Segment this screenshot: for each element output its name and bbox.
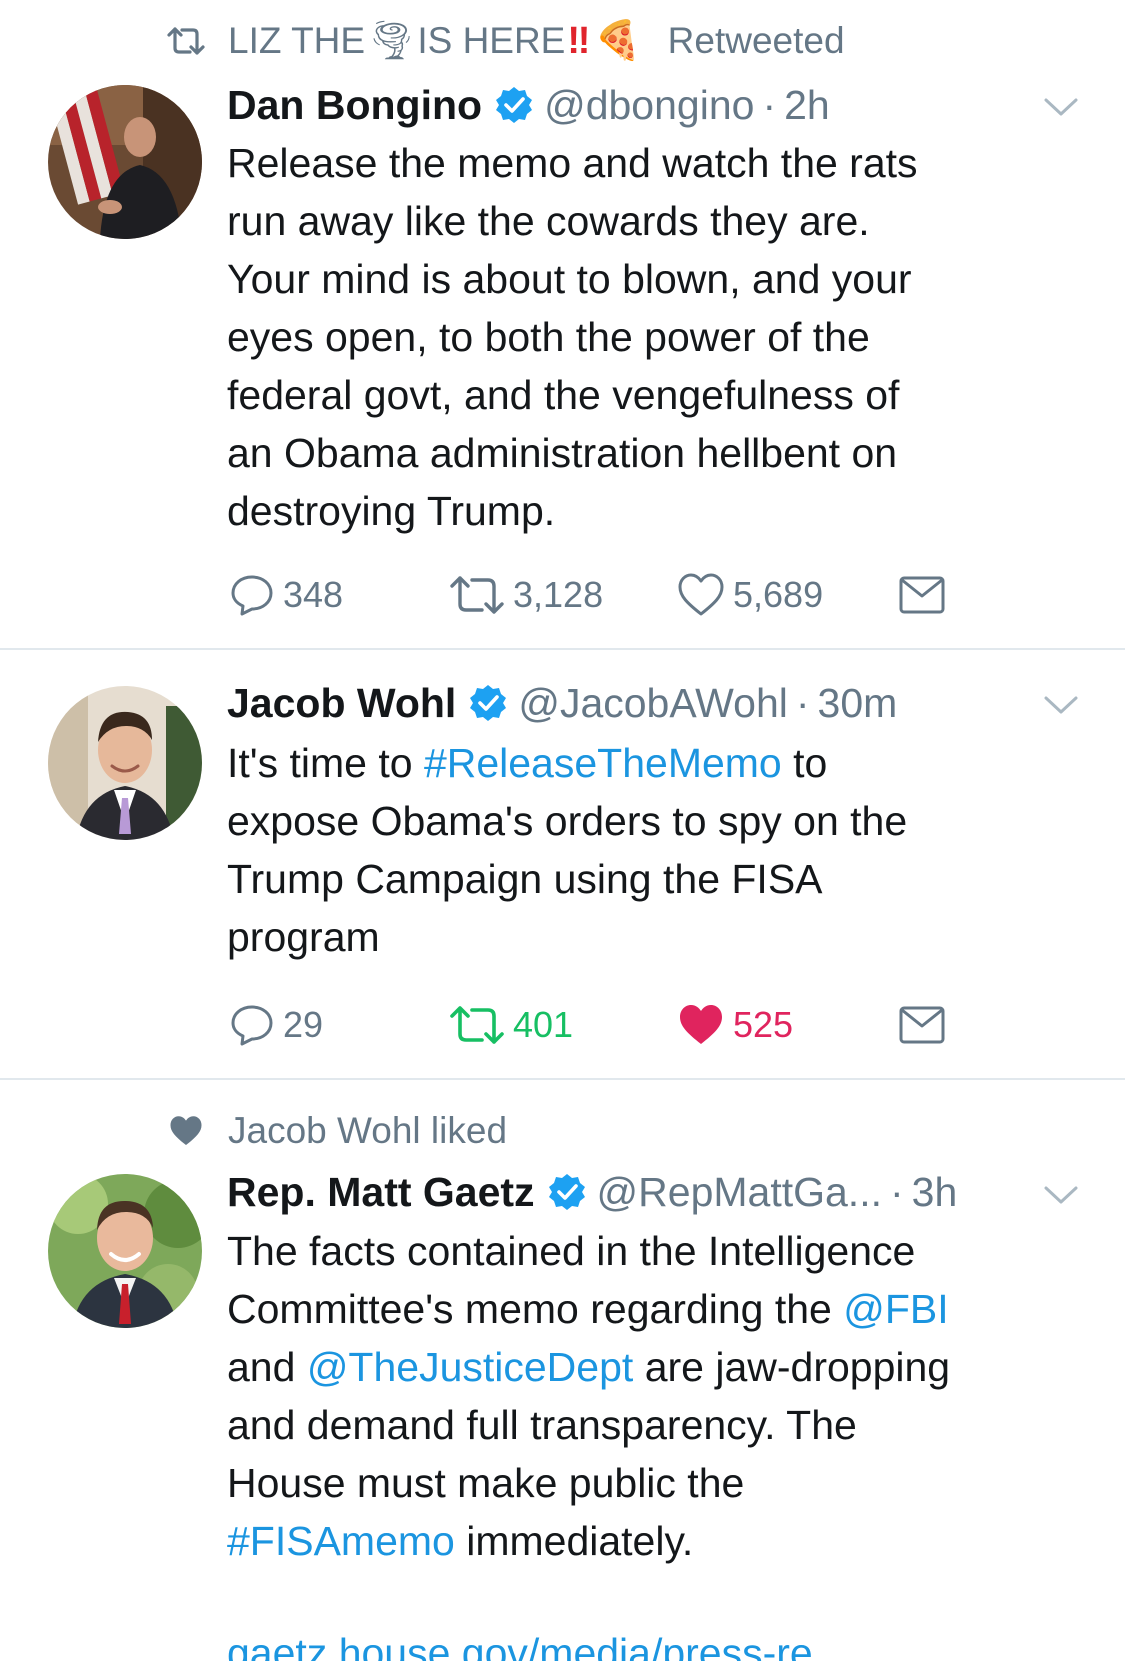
- tweet-time[interactable]: 30m: [818, 680, 898, 727]
- tweet-header: Rep. Matt Gaetz @RepMattGa... · 3h: [227, 1167, 1125, 1217]
- tweet-line: #FISAmemo immediately.: [227, 1512, 1107, 1570]
- retweet-icon: [162, 17, 210, 65]
- heart-icon: [680, 1005, 722, 1044]
- separator: ·: [890, 1168, 904, 1215]
- author-name[interactable]: Jacob Wohl: [227, 680, 456, 727]
- reply-button[interactable]: 348: [229, 570, 343, 620]
- pizza-emoji: 🍕: [594, 20, 642, 62]
- tweet-header: Jacob Wohl @JacobAWohl · 30m: [227, 678, 1125, 728]
- separator: ·: [762, 81, 777, 128]
- reply-count: 29: [283, 1004, 324, 1045]
- tweet-time[interactable]: 2h: [784, 82, 830, 129]
- retweeted-label: Retweeted: [667, 20, 845, 61]
- reply-icon: [231, 575, 273, 616]
- press-release-link[interactable]: gaetz.house.gov/media/press-re...: [227, 1630, 847, 1661]
- direct-message-button[interactable]: [899, 570, 953, 620]
- retweet-icon: [450, 1006, 504, 1044]
- tweet-line: program: [227, 914, 380, 960]
- tweet-actions: 348 3,128 5,689: [227, 570, 987, 620]
- direct-message-button[interactable]: [899, 1000, 953, 1050]
- tweet-line: The facts contained in the Intelligence: [227, 1228, 916, 1274]
- text-fragment: immediately.: [454, 1518, 694, 1564]
- mention-link[interactable]: @TheJusticeDept: [307, 1344, 633, 1390]
- liked-by-label[interactable]: Jacob Wohl liked: [228, 1110, 507, 1152]
- tweet-line: federal govt, and the vengefulness of: [227, 372, 900, 418]
- chevron-down-icon[interactable]: [1043, 1184, 1079, 1206]
- author-name[interactable]: Rep. Matt Gaetz: [227, 1169, 535, 1216]
- chevron-down-icon[interactable]: [1043, 96, 1079, 118]
- tweet-text: Release the memo and watch the rats run …: [227, 134, 1107, 540]
- tweet-line: House must make public the: [227, 1460, 745, 1506]
- mention-link[interactable]: @FBI: [843, 1286, 948, 1332]
- avatar[interactable]: [48, 85, 202, 239]
- retweet-count: 401: [513, 1004, 574, 1045]
- like-count: 525: [733, 1004, 794, 1045]
- reply-button[interactable]: 29: [229, 1000, 323, 1050]
- tweet-time[interactable]: 3h: [912, 1169, 958, 1216]
- avatar[interactable]: [48, 686, 202, 840]
- tweet-line: run away like the cowards they are.: [227, 198, 870, 244]
- verified-badge-icon: [548, 1174, 585, 1210]
- retweet-context: LIZ THE 🌪 IS HERE ‼ 🍕 Retweeted: [162, 17, 845, 65]
- tweet-line: Your mind is about to blown, and your: [227, 256, 912, 302]
- chevron-down-icon[interactable]: [1043, 694, 1079, 716]
- mail-icon: [899, 576, 945, 614]
- author-handle[interactable]: @RepMattGa...: [597, 1169, 882, 1216]
- tweet-header: Dan Bongino @dbongino · 2h: [227, 80, 1125, 130]
- tweet[interactable]: LIZ THE 🌪 IS HERE ‼ 🍕 Retweeted Dan Bong…: [0, 0, 1125, 648]
- tweet-line: Trump Campaign using the FISA: [227, 856, 823, 902]
- tweet-line: destroying Trump.: [227, 488, 556, 534]
- tweet-text: It's time to #ReleaseTheMemo to expose O…: [227, 734, 1107, 966]
- tweet-line: Committee's memo regarding the @FBI: [227, 1280, 1107, 1338]
- text-fragment: and: [227, 1344, 307, 1390]
- mail-icon: [899, 1006, 945, 1044]
- separator: ·: [795, 679, 810, 726]
- retweet-count: 3,128: [513, 574, 604, 615]
- author-name[interactable]: Dan Bongino: [227, 82, 482, 129]
- text-fragment: Committee's memo regarding the: [227, 1286, 844, 1332]
- tweet[interactable]: Jacob Wohl @JacobAWohl · 30m It's time t…: [0, 650, 1125, 1078]
- double-exclamation-emoji: ‼: [567, 19, 591, 62]
- retweeter-name-part[interactable]: LIZ THE: [228, 20, 365, 62]
- author-handle[interactable]: @dbongino: [544, 82, 754, 129]
- text-fragment: to: [781, 740, 828, 786]
- tweet-line: an Obama administration hellbent on: [227, 430, 898, 476]
- reply-icon: [231, 1005, 273, 1046]
- hashtag-link[interactable]: #FISAmemo: [227, 1518, 455, 1564]
- reply-count: 348: [283, 574, 344, 615]
- tweet-line: and demand full transparency. The: [227, 1402, 857, 1448]
- retweet-button[interactable]: 3,128: [449, 570, 603, 620]
- tweet-line: and @TheJusticeDept are jaw-dropping: [227, 1338, 1107, 1396]
- avatar[interactable]: [48, 1174, 202, 1328]
- text-fragment: are jaw-dropping: [633, 1344, 951, 1390]
- tweet[interactable]: Jacob Wohl liked Rep. Matt Gaetz @RepMat…: [0, 1080, 1125, 1661]
- tweet-line: It's time to #ReleaseTheMemo to: [227, 734, 1107, 792]
- retweet-button[interactable]: 401: [449, 1000, 573, 1050]
- tornado-emoji: 🌪: [367, 20, 416, 62]
- like-count: 5,689: [733, 574, 824, 615]
- tweet-line: Release the memo and watch the rats: [227, 140, 918, 186]
- heart-icon: [162, 1107, 210, 1155]
- tweet-line: eyes open, to both the power of the: [227, 314, 870, 360]
- tweet-text: The facts contained in the Intelligence …: [227, 1222, 1107, 1570]
- like-button[interactable]: 5,689: [677, 570, 823, 620]
- author-handle[interactable]: @JacobAWohl: [518, 680, 788, 727]
- verified-badge-icon: [496, 87, 533, 123]
- verified-badge-icon: [470, 685, 507, 721]
- text-fragment: It's time to: [227, 740, 424, 786]
- heart-icon: [678, 573, 724, 616]
- like-context: Jacob Wohl liked: [162, 1107, 507, 1155]
- hashtag-link[interactable]: #ReleaseTheMemo: [424, 740, 782, 786]
- tweet-actions: 29 401 525: [227, 1000, 987, 1050]
- retweet-icon: [450, 576, 504, 614]
- like-button[interactable]: 525: [677, 1000, 793, 1050]
- tweet-line: expose Obama's orders to spy on the: [227, 798, 908, 844]
- retweeter-name-part[interactable]: IS HERE: [417, 20, 565, 62]
